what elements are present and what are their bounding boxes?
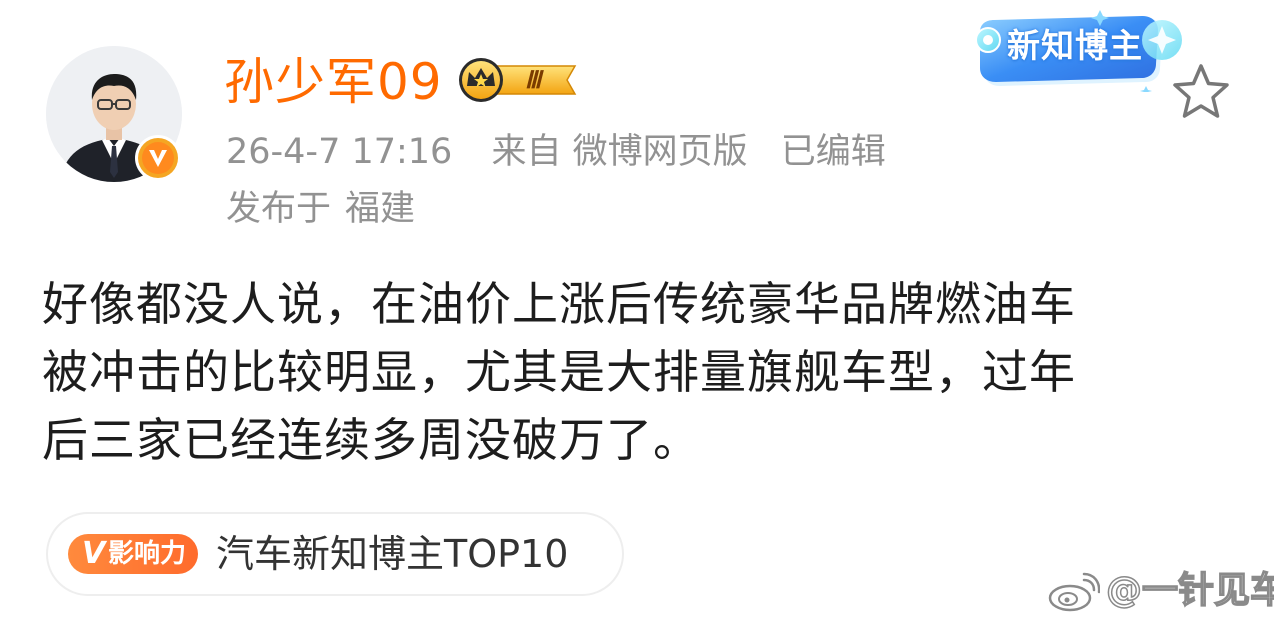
- influence-tag[interactable]: V 影响力 汽车新知博主TOP10: [46, 512, 624, 596]
- new-blogger-label: 新知博主: [1007, 26, 1143, 65]
- post-time: 26-4-7 17:16: [226, 132, 453, 172]
- post-location: 发布于 福建: [226, 186, 429, 232]
- author-avatar-container[interactable]: [46, 46, 182, 182]
- weibo-logo-icon: [1048, 572, 1100, 612]
- edited-label[interactable]: 已编辑: [781, 132, 886, 172]
- location-name: 福建: [345, 189, 416, 229]
- post-source[interactable]: 来自 微博网页版: [491, 132, 747, 172]
- crown-level-badge-icon[interactable]: Ⅲ: [455, 56, 587, 104]
- influence-badge: V 影响力: [68, 534, 198, 574]
- influence-title: 汽车新知博主TOP10: [216, 532, 569, 576]
- watermark-text: @一针见车: [1105, 569, 1274, 612]
- verified-v-icon: [135, 135, 181, 181]
- watermark: @一针见车: [1046, 566, 1274, 616]
- post-body: 好像都没人说，在油价上涨后传统豪华品牌燃油车 被冲击的比较明显，尤其是大排量旗舰…: [42, 277, 1076, 467]
- post-meta: 26-4-7 17:16 来自 微博网页版 已编辑: [226, 129, 908, 175]
- author-name[interactable]: 孙少军09: [224, 52, 443, 112]
- location-prefix: 发布于: [226, 189, 332, 229]
- influence-badge-label: 影响力: [108, 539, 187, 569]
- influence-v-icon: V: [82, 536, 106, 571]
- star-favorite-icon[interactable]: [1170, 62, 1232, 122]
